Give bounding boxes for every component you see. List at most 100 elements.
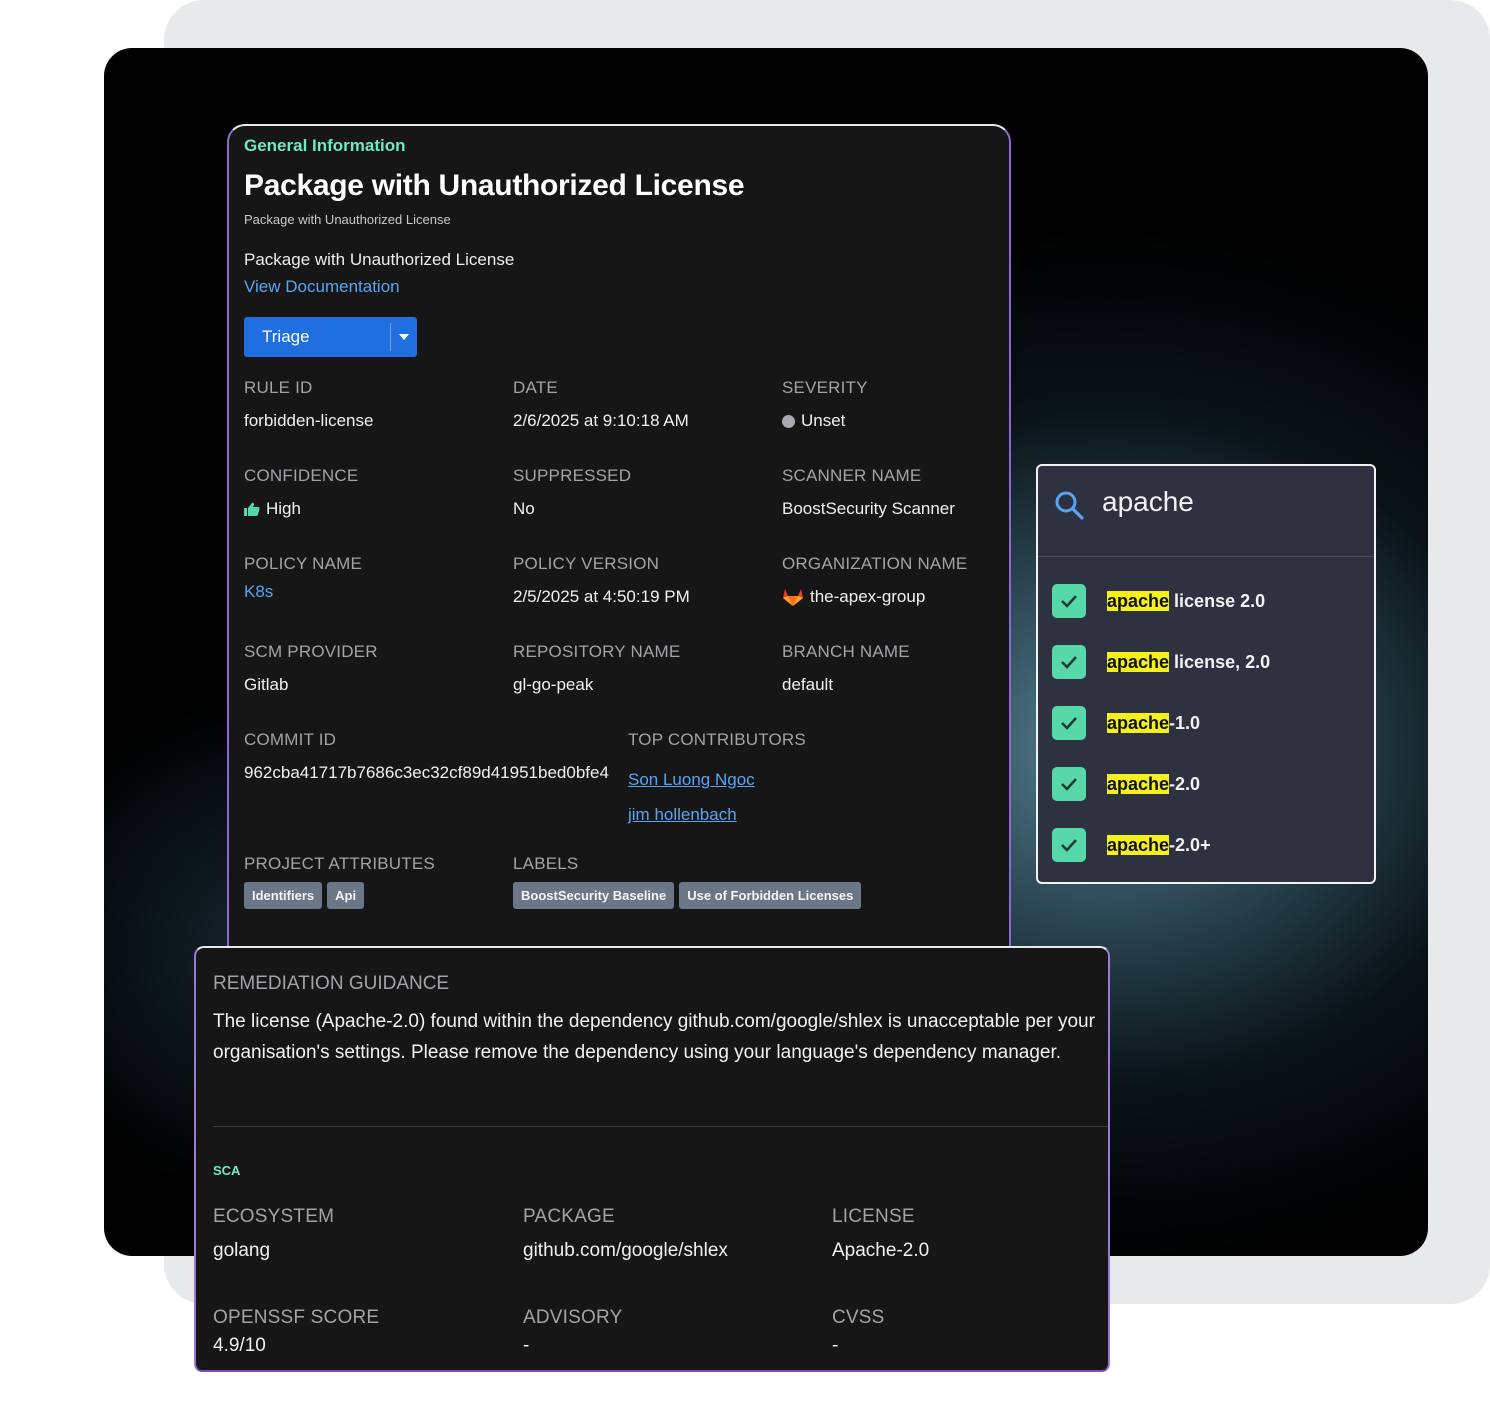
field-value: 2/5/2025 at 4:50:19 PM <box>513 587 690 606</box>
policy-name-link[interactable]: K8s <box>244 582 362 602</box>
remediation-text: The license (Apache-2.0) found within th… <box>213 1011 1095 1063</box>
rule-description: Package with Unauthorized License <box>244 250 515 269</box>
search-header: apache <box>1038 466 1374 557</box>
attribute-chip: Api <box>327 882 365 909</box>
field-label: RULE ID <box>244 378 313 397</box>
check-icon <box>1061 717 1077 730</box>
field-label: COMMIT ID <box>244 730 337 749</box>
result-rest: -2.0+ <box>1169 834 1211 855</box>
field-value: forbidden-license <box>244 411 374 430</box>
result-rest: license, 2.0 <box>1169 651 1271 672</box>
search-result-label: apache-2.0+ <box>1107 834 1211 856</box>
match-highlight: apache <box>1107 712 1170 733</box>
label-chip: Use of Forbidden Licenses <box>679 882 862 909</box>
field-project-attributes: PROJECT ATTRIBUTES Identifiers Api <box>244 854 435 909</box>
checkbox[interactable] <box>1052 584 1086 618</box>
dot-icon <box>782 414 795 428</box>
check-icon <box>1061 595 1077 608</box>
field-label: TOP CONTRIBUTORS <box>628 730 806 749</box>
field-policy-version: POLICY VERSION 2/5/2025 at 4:50:19 PM <box>513 554 690 607</box>
field-value: github.com/google/shlex <box>523 1240 728 1261</box>
search-result-item[interactable]: apache license, 2.0 <box>1052 645 1270 679</box>
field-package: PACKAGE github.com/google/shlex <box>523 1206 728 1262</box>
checkbox[interactable] <box>1052 767 1086 801</box>
field-branch-name: BRANCH NAME default <box>782 642 910 695</box>
section-tag: SCA <box>213 1163 241 1178</box>
field-rule-id: RULE ID forbidden-license <box>244 378 373 431</box>
view-documentation-link[interactable]: View Documentation <box>244 277 400 297</box>
check-icon <box>1061 656 1077 669</box>
field-value: Unset <box>782 411 868 431</box>
field-value: BoostSecurity Scanner <box>782 499 955 518</box>
field-label: SCM PROVIDER <box>244 642 378 661</box>
field-ecosystem: ECOSYSTEM golang <box>213 1206 334 1262</box>
field-label: SUPPRESSED <box>513 466 632 485</box>
field-date: DATE 2/6/2025 at 9:10:18 AM <box>513 378 689 431</box>
divider <box>213 1126 1108 1127</box>
checkbox[interactable] <box>1052 828 1086 862</box>
field-label: BRANCH NAME <box>782 642 910 661</box>
search-input[interactable]: apache <box>1102 486 1194 518</box>
result-rest: license 2.0 <box>1169 590 1266 611</box>
search-result-item[interactable]: apache license 2.0 <box>1052 584 1265 618</box>
field-label: DATE <box>513 378 558 397</box>
field-label: REPOSITORY NAME <box>513 642 681 661</box>
field-label: CONFIDENCE <box>244 466 359 485</box>
field-advisory: ADVISORY - <box>523 1307 622 1357</box>
field-repository-name: REPOSITORY NAME gl-go-peak <box>513 642 680 695</box>
field-label: SEVERITY <box>782 378 868 397</box>
result-rest: -1.0 <box>1169 712 1201 733</box>
field-value: 4.9/10 <box>213 1335 266 1356</box>
search-icon <box>1055 491 1084 520</box>
search-result-item[interactable]: apache-2.0 <box>1052 767 1200 801</box>
search-result-label: apache license 2.0 <box>1107 590 1266 612</box>
confidence-value: High <box>266 499 301 518</box>
check-icon <box>1061 778 1077 791</box>
field-openssf-score: OPENSSF SCORE 4.9/10 <box>213 1307 379 1357</box>
field-value: High <box>244 499 358 519</box>
contributor-link[interactable]: jim hollenbach <box>628 797 806 832</box>
field-commit-id: COMMIT ID 962cba41717b7686c3ec32cf89d419… <box>244 730 609 783</box>
page-subtitle: Package with Unauthorized License <box>244 212 451 227</box>
field-label: SCANNER NAME <box>782 466 922 485</box>
checkbox[interactable] <box>1052 706 1086 740</box>
triage-label: Triage <box>262 327 310 346</box>
organization-value: the-apex-group <box>810 587 926 606</box>
check-icon <box>1061 839 1077 852</box>
search-result-item[interactable]: apache-2.0+ <box>1052 828 1211 862</box>
match-highlight: apache <box>1107 773 1170 794</box>
severity-value: Unset <box>801 411 846 430</box>
checkbox[interactable] <box>1052 645 1086 679</box>
field-label: ADVISORY <box>523 1307 623 1328</box>
contributor-link[interactable]: Son Luong Ngoc <box>628 762 806 797</box>
field-label: PROJECT ATTRIBUTES <box>244 854 435 873</box>
search-result-label: apache-1.0 <box>1107 712 1201 734</box>
field-cvss: CVSS - <box>832 1307 885 1357</box>
triage-button[interactable]: Triage <box>244 317 417 357</box>
field-scanner-name: SCANNER NAME BoostSecurity Scanner <box>782 466 955 519</box>
field-value: No <box>513 499 535 518</box>
field-label: PACKAGE <box>523 1206 615 1227</box>
field-label: CVSS <box>832 1307 885 1328</box>
attribute-chip: Identifiers <box>244 882 323 909</box>
match-highlight: apache <box>1107 651 1170 672</box>
field-value: 2/6/2025 at 9:10:18 AM <box>513 411 689 430</box>
field-label: OPENSSF SCORE <box>213 1307 380 1328</box>
field-labels: LABELS BoostSecurity Baseline Use of For… <box>513 854 862 909</box>
field-label: LICENSE <box>832 1206 915 1227</box>
gitlab-fox-icon <box>783 589 803 606</box>
search-result-item[interactable]: apache-1.0 <box>1052 706 1200 740</box>
label-chip: BoostSecurity Baseline <box>513 882 675 909</box>
general-information-panel: General Information Package with Unautho… <box>227 124 1011 964</box>
search-result-label: apache-2.0 <box>1107 773 1200 795</box>
field-suppressed: SUPPRESSED No <box>513 466 631 519</box>
triage-dropdown-toggle[interactable] <box>391 334 417 340</box>
field-label: ORGANIZATION NAME <box>782 554 968 573</box>
match-highlight: apache <box>1107 834 1170 855</box>
field-value: 962cba41717b7686c3ec32cf89d41951bed0bfe4 <box>244 763 609 782</box>
caret-down-icon <box>399 334 409 340</box>
field-license: LICENSE Apache-2.0 <box>832 1206 929 1262</box>
thumbs-up-icon <box>244 502 260 516</box>
field-value: the-apex-group <box>782 587 967 607</box>
field-label: POLICY VERSION <box>513 554 660 573</box>
